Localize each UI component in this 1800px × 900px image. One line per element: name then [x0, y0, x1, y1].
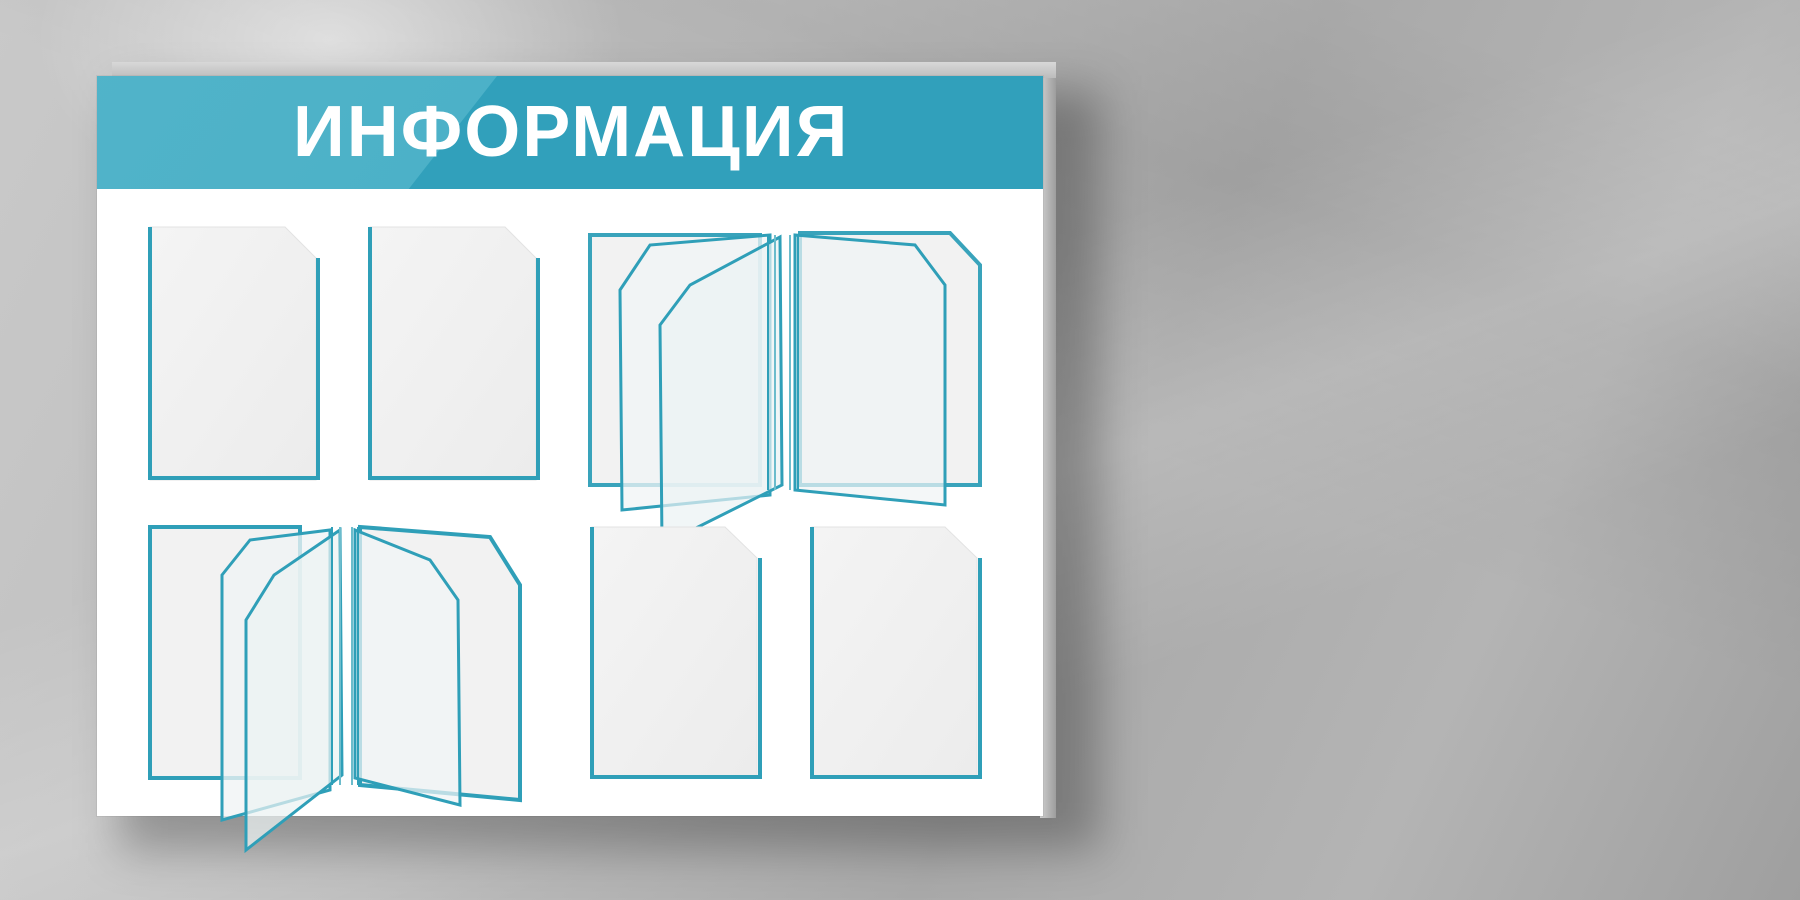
- pocket-top-1[interactable]: [148, 226, 320, 481]
- pocket-bottom-4[interactable]: [810, 526, 982, 779]
- pockets-layer: [148, 226, 982, 854]
- pocket-top-2[interactable]: [368, 226, 540, 481]
- pocket-bottom-3[interactable]: [590, 526, 762, 779]
- flip-pocket-bottom[interactable]: [148, 524, 522, 854]
- flip-pocket-top[interactable]: [588, 231, 982, 548]
